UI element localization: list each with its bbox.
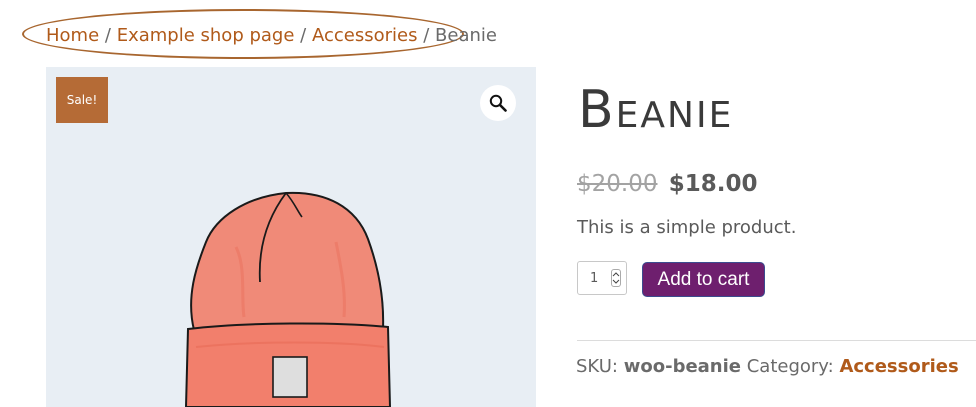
breadcrumb-separator: / [300, 25, 307, 46]
breadcrumb-item-home[interactable]: Home [46, 25, 99, 46]
price-sale: $18.00 [668, 171, 758, 197]
sku-value: woo-beanie [623, 356, 741, 377]
breadcrumb-separator: / [423, 25, 430, 46]
add-to-cart-button[interactable]: Add to cart [642, 262, 765, 297]
meta-divider [577, 340, 976, 341]
beanie-product-image [184, 191, 392, 407]
quantity-spinner[interactable] [611, 269, 621, 287]
breadcrumb-item-example-shop-page[interactable]: Example shop page [117, 25, 295, 46]
breadcrumb-item-accessories[interactable]: Accessories [312, 25, 418, 46]
quantity-input[interactable]: 1 [577, 261, 627, 295]
quantity-value: 1 [590, 270, 599, 286]
product-title: Beanie [578, 80, 734, 140]
product-short-description: This is a simple product. [577, 217, 797, 238]
price-regular: $20.00 [577, 171, 658, 197]
product-meta: SKU: woo-beanie Category: Accessories [576, 356, 959, 377]
category-link-accessories[interactable]: Accessories [839, 356, 958, 377]
product-price: $20.00 $18.00 [577, 171, 758, 197]
sku-label: SKU: [576, 356, 618, 377]
breadcrumb: Home / Example shop page / Accessories /… [46, 25, 497, 46]
breadcrumb-separator: / [104, 25, 111, 46]
breadcrumb-current: Beanie [435, 25, 497, 46]
product-image-panel[interactable]: Sale! [46, 67, 536, 407]
spinner-arrows-icon [612, 272, 620, 284]
category-label: Category: [746, 356, 834, 377]
